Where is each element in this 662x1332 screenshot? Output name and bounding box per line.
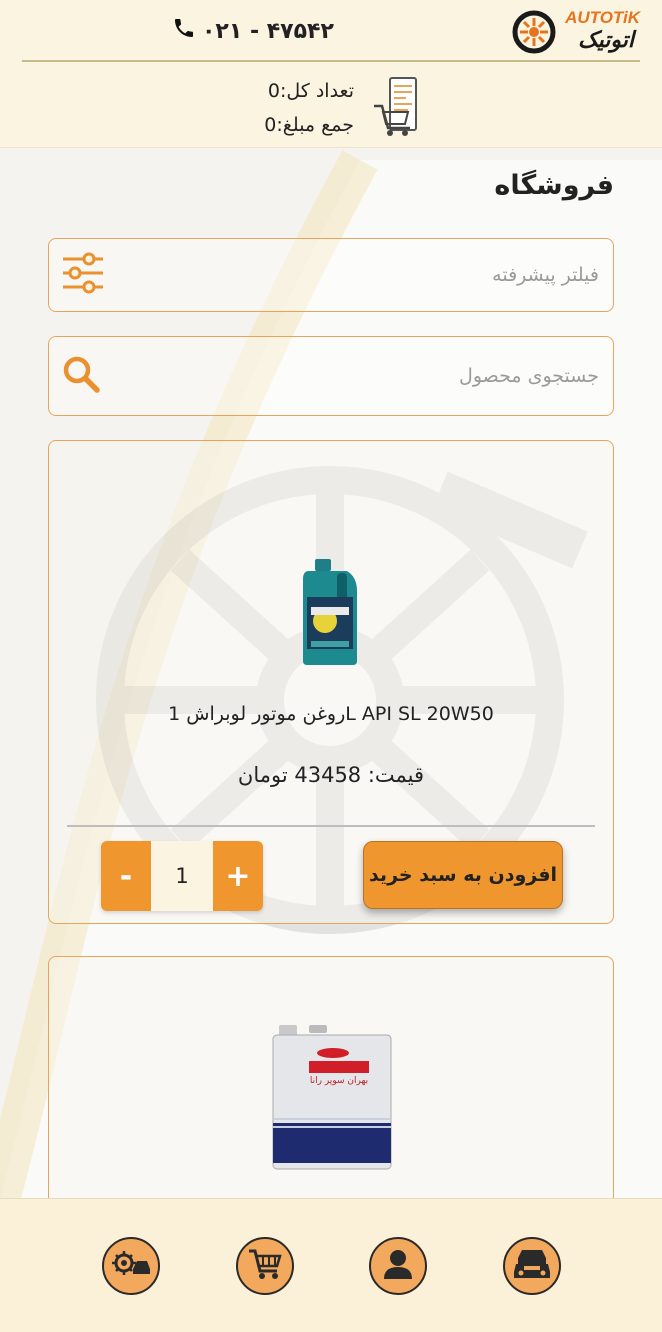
decrease-quantity-button[interactable]: - [101, 841, 151, 911]
card-divider [67, 825, 595, 827]
cart-summary[interactable]: تعداد کل:0 جمع مبلغ:0 [246, 74, 426, 140]
oil-bottle-image[interactable] [301, 557, 361, 671]
header-top-bar: ۰۲۱ - ۴۷۵۴۲ AUTOTiK اتوتیک [0, 0, 662, 60]
increase-quantity-button[interactable]: + [213, 841, 263, 911]
quantity-stepper: - 1 + [101, 841, 263, 911]
product-name[interactable]: روغن موتور لوبراش 1L API SL 20W50 [49, 703, 613, 725]
cart-summary-text: تعداد کل:0 جمع مبلغ:0 [264, 74, 354, 142]
header-divider [22, 60, 640, 62]
product-search-input[interactable] [119, 337, 599, 415]
gear-car-icon [111, 1249, 151, 1283]
app-logo[interactable]: AUTOTiK اتوتیک [512, 6, 640, 56]
can-label-text: بهران سوپر رانا [310, 1076, 368, 1086]
nav-car-service-button[interactable] [102, 1237, 160, 1295]
app-header: ۰۲۱ - ۴۷۵۴۲ AUTOTiK اتوتیک تعداد کل:0 جم… [0, 0, 662, 148]
phone-contact[interactable]: ۰۲۱ - ۴۷۵۴۲ [172, 16, 334, 46]
product-price: قیمت: 43458 تومان [237, 763, 425, 787]
cars-icon [512, 1246, 552, 1286]
cart-icon [247, 1247, 283, 1285]
bottom-navigation [0, 1198, 662, 1332]
nav-profile-button[interactable] [369, 1237, 427, 1295]
logo-brand-text: AUTOTiK [565, 8, 640, 27]
product-card: روغن موتور لوبراش 1L API SL 20W50 قیمت: … [48, 440, 614, 924]
cart-receipt-icon [372, 76, 420, 142]
advanced-filter-input[interactable] [119, 239, 599, 311]
product-search-field[interactable] [48, 336, 614, 416]
page-title: فروشگاه [494, 170, 614, 201]
phone-icon [172, 16, 196, 46]
nav-cart-button[interactable] [236, 1237, 294, 1295]
advanced-filter-field[interactable] [48, 238, 614, 312]
logo-persian-text: اتوتیک [577, 28, 634, 53]
wheel-logo-icon [512, 10, 556, 58]
cart-total: جمع مبلغ:0 [264, 114, 354, 136]
product-card: بهران سوپر رانا [48, 956, 614, 1216]
search-icon[interactable] [59, 352, 103, 400]
phone-number: ۰۲۱ - ۴۷۵۴۲ [202, 18, 334, 44]
user-icon [381, 1247, 415, 1285]
sliders-icon[interactable] [59, 251, 107, 299]
add-to-cart-button[interactable]: افزودن به سبد خرید [363, 841, 563, 909]
cart-count: تعداد کل:0 [267, 80, 354, 102]
quantity-value[interactable]: 1 [151, 841, 213, 911]
oil-can-image[interactable]: بهران سوپر رانا [269, 1023, 399, 1177]
nav-vehicles-button[interactable] [503, 1237, 561, 1295]
